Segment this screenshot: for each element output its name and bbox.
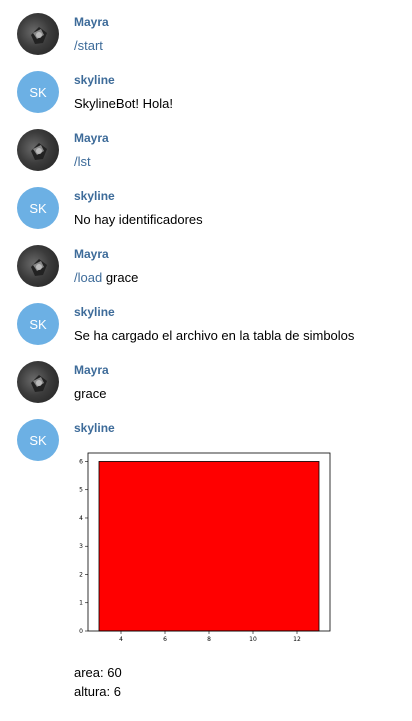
message-text: SkylineBot! Hola! [74, 96, 173, 111]
message-author[interactable]: skyline [74, 421, 115, 435]
avatar-photo-icon [31, 375, 47, 392]
x-tick-label: 8 [207, 636, 211, 643]
avatar-photo-icon [31, 143, 47, 160]
command-link[interactable]: /start [74, 38, 103, 53]
x-tick-label: 12 [293, 636, 301, 643]
y-tick-label: 1 [79, 600, 83, 607]
message-item: Mayra /lst [0, 129, 412, 179]
bot-avatar[interactable]: SK [17, 187, 59, 229]
message-item: Mayra grace [0, 361, 412, 411]
avatar-initials: SK [29, 316, 47, 332]
x-tick-label: 4 [119, 636, 123, 643]
message-item: Mayra /load grace [0, 245, 412, 295]
bot-avatar[interactable]: SK [17, 419, 59, 461]
message-author[interactable]: Mayra [74, 363, 109, 377]
message-text: /load grace [74, 270, 138, 285]
avatar-initials: SK [29, 200, 47, 216]
message-text: /lst [74, 154, 91, 169]
message-author[interactable]: Mayra [74, 247, 109, 261]
message-author[interactable]: Mayra [74, 131, 109, 145]
message-item: SK skyline No hay identificadores [0, 187, 412, 237]
avatar-photo-icon [31, 27, 47, 44]
message-text: /start [74, 38, 103, 53]
bot-avatar[interactable]: SK [17, 71, 59, 113]
message-author[interactable]: Mayra [74, 15, 109, 29]
user-avatar[interactable] [17, 245, 59, 287]
y-tick-label: 0 [79, 628, 83, 635]
message-text: No hay identificadores [74, 212, 203, 227]
message-author[interactable]: skyline [74, 73, 115, 87]
user-avatar[interactable] [17, 129, 59, 171]
message-item: Mayra /start [0, 13, 412, 63]
y-tick-label: 4 [79, 515, 83, 522]
avatar-initials: SK [29, 432, 47, 448]
message-item: SK skyline SkylineBot! Hola! [0, 71, 412, 121]
avatar-photo-icon [31, 259, 47, 276]
command-link[interactable]: /lst [74, 154, 91, 169]
message-text: Se ha cargado el archivo en la tabla de … [74, 328, 355, 343]
bot-avatar[interactable]: SK [17, 303, 59, 345]
message-author[interactable]: skyline [74, 189, 115, 203]
command-link[interactable]: /load [74, 270, 102, 285]
bar-chart-image[interactable]: 4 6 8 10 120123456 [70, 450, 334, 646]
bar [98, 461, 320, 632]
user-avatar[interactable] [17, 361, 59, 403]
user-avatar[interactable] [17, 13, 59, 55]
x-tick-label: 10 [249, 636, 257, 643]
y-tick-label: 6 [79, 458, 83, 465]
result-height: altura: 6 [74, 684, 121, 699]
y-tick-label: 2 [79, 571, 83, 578]
message-item: SK skyline Se ha cargado el archivo en l… [0, 303, 412, 353]
y-tick-label: 3 [79, 543, 83, 550]
avatar-initials: SK [29, 84, 47, 100]
y-tick-label: 5 [79, 487, 83, 494]
command-argument: grace [102, 270, 139, 285]
x-tick-label: 6 [163, 636, 167, 643]
result-area: area: 60 [74, 665, 122, 680]
message-text: grace [74, 386, 107, 401]
message-author[interactable]: skyline [74, 305, 115, 319]
